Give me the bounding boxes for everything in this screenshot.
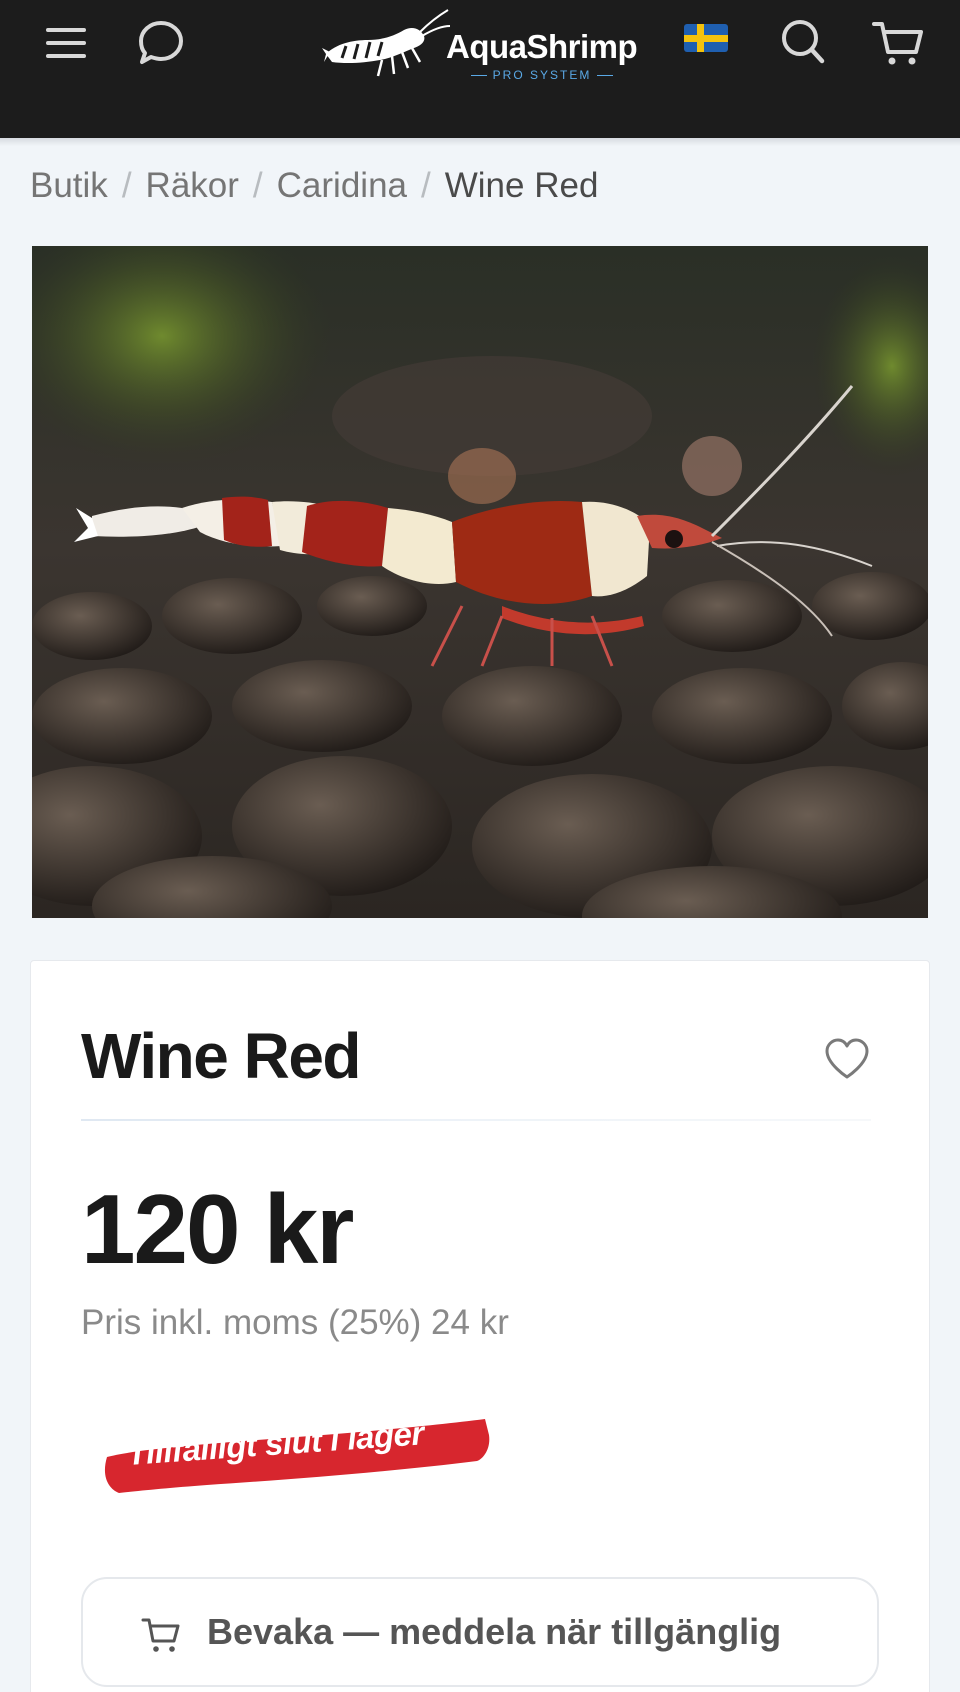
brand-tagline: PRO SYSTEM (446, 68, 638, 82)
sweden-flag-icon[interactable] (684, 24, 728, 52)
breadcrumb-current: Wine Red (444, 166, 599, 205)
notify-button-label: Bevaka — meddela när tillgänglig (207, 1611, 782, 1652)
breadcrumb-separator: / (121, 166, 132, 205)
breadcrumb-separator: / (252, 166, 263, 205)
chat-icon[interactable] (136, 18, 186, 68)
brand-logo[interactable]: AquaShrimp PRO SYSTEM (322, 6, 642, 82)
cart-icon[interactable] (872, 18, 924, 68)
header-shadow (0, 138, 960, 146)
search-icon[interactable] (780, 18, 826, 66)
product-price: 120 kr (81, 1174, 354, 1284)
out-of-stock-badge: Tillfälligt slut i lager (97, 1413, 493, 1495)
vat-note: Pris inkl. moms (25%) 24 kr (81, 1303, 509, 1342)
brand-name: AquaShrimp (446, 28, 638, 65)
cart-icon (141, 1618, 180, 1652)
menu-icon[interactable] (44, 20, 90, 66)
product-card: Wine Red 120 kr Pris inkl. moms (25%) 24… (30, 960, 930, 1692)
notify-when-available-button[interactable]: Bevaka — meddela när tillgänglig (81, 1577, 879, 1687)
site-header: AquaShrimp PRO SYSTEM (0, 0, 960, 138)
shrimp-logo-icon (322, 9, 451, 77)
product-image[interactable] (32, 246, 928, 918)
breadcrumb-item-caridina[interactable]: Caridina (277, 166, 407, 205)
breadcrumb-item-rakor[interactable]: Räkor (146, 166, 239, 205)
heart-icon[interactable] (823, 1037, 871, 1081)
title-divider (81, 1119, 871, 1121)
breadcrumb: Butik / Räkor / Caridina / Wine Red (30, 166, 598, 206)
product-title: Wine Red (81, 1020, 362, 1092)
breadcrumb-item-butik[interactable]: Butik (30, 166, 108, 205)
breadcrumb-separator: / (421, 166, 431, 205)
